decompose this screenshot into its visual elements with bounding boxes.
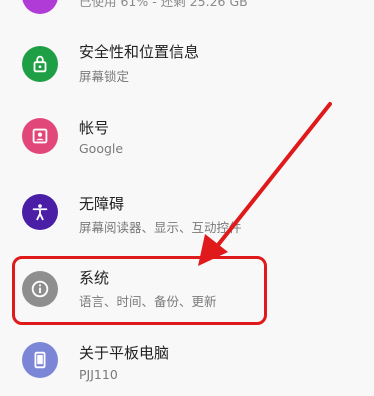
annotation-arrow-icon: [198, 102, 332, 266]
settings-screen: 已使用 61% - 还剩 25.26 GB 安全性和位置信息 屏幕锁定 帐号 G…: [0, 0, 374, 396]
